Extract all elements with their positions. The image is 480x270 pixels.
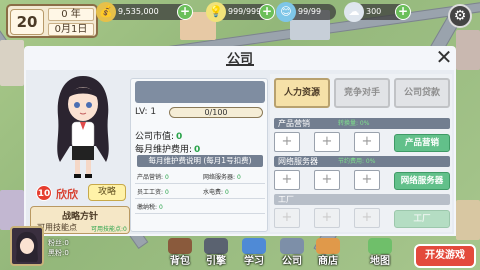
company-level-row: LV: 1 0/100 — [135, 107, 265, 119]
factory-slot-1: + — [274, 208, 300, 228]
factory-title: 工厂 — [278, 195, 294, 204]
strategy-policy-button[interactable]: 战略方针 可用技能点 可用技能点:0 — [30, 206, 130, 234]
settings-gear-icon[interactable]: ⚙ — [448, 4, 472, 28]
strategy-button[interactable]: 攻略 — [88, 184, 126, 201]
tax-cost-label: 缴纳税: — [137, 204, 158, 211]
marketing-cost-label: 产品营销: — [137, 174, 164, 181]
mood-value: 99/99 — [298, 7, 322, 16]
factory-button: 工厂 — [394, 210, 450, 228]
salary-cost-label: 员工工资: — [137, 189, 164, 196]
company-dialog-header: 公司 — [24, 46, 456, 68]
nav-map-label: 地图 — [370, 256, 390, 267]
add-energy-button[interactable]: + — [259, 4, 275, 20]
cloud-icon: ☁ — [344, 2, 364, 22]
salary-cost: 员工工资: 0 — [137, 187, 169, 196]
utility-cost: 水电费: 0 — [203, 187, 229, 196]
market-value-label: 公司市值: — [135, 132, 175, 142]
character-name: 欣欣 — [56, 188, 78, 201]
server-button[interactable]: 网络服务器 — [394, 172, 450, 190]
nav-company[interactable]: 公司 — [272, 238, 312, 268]
salary-cost-value: 0 — [164, 189, 169, 196]
date-panel: 20 0 年 0月1日 — [6, 4, 98, 38]
factory-slot-2: + — [314, 208, 340, 228]
mood-resource: 😊 99/99 — [276, 2, 336, 22]
server-cost: 网络服务器: 0 — [203, 172, 241, 181]
marketing-cost: 产品营销: 0 — [137, 172, 169, 181]
level-heart-badge: 10 — [36, 185, 52, 201]
cloud-value: 300 — [366, 7, 382, 16]
nav-company-label: 公司 — [282, 256, 302, 267]
upkeep-note: 每月维护费说明 (每月1号扣费) — [137, 155, 263, 167]
develop-game-button[interactable]: 开发游戏 — [414, 244, 476, 268]
nav-map[interactable]: 地图 — [360, 238, 400, 268]
server-slot-1[interactable]: + — [274, 170, 300, 190]
hr-button[interactable]: 人力资源 — [274, 78, 330, 108]
company-actions-panel: 人力资源 竞争对手 公司贷款 产品营销 转换量: 0% + + + 产品营销 网… — [270, 74, 452, 232]
utility-cost-label: 水电费: — [203, 189, 224, 196]
top-bar: 20 0 年 0月1日 💰 9,535,000 + 💡 999/999 + 😊 … — [0, 0, 480, 40]
company-info-panel: LV: 1 0/100 公司市值: 0 每月维护费用: 0 每月维护费说明 (每月1… — [130, 78, 268, 232]
market-value-row: 公司市值: 0 — [135, 129, 182, 142]
close-icon[interactable]: ✕ — [432, 46, 456, 70]
policy-title: 战略方针 — [61, 212, 98, 222]
bottom-nav: 背包 引擎 学习 公司 商店 地图 — [0, 234, 480, 270]
upkeep-value: 0 — [194, 145, 201, 155]
loan-button[interactable]: 公司贷款 — [394, 78, 450, 108]
tax-cost-value: 0 — [158, 204, 163, 211]
marketing-slot-1[interactable]: + — [274, 132, 300, 152]
level-label: LV: 1 — [135, 107, 157, 117]
character-nameplate: 10 欣欣 攻略 — [32, 184, 132, 202]
competitor-button[interactable]: 竞争对手 — [334, 78, 390, 108]
add-money-button[interactable]: + — [177, 4, 193, 20]
factory-slot-3: + — [354, 208, 380, 228]
nav-engine-label: 引擎 — [206, 256, 226, 267]
policy-count: 可用技能点:0 — [91, 226, 127, 233]
market-value: 0 — [176, 132, 183, 142]
money-bag-icon: 💰 — [96, 2, 116, 22]
utility-cost-value: 0 — [224, 189, 229, 196]
upkeep-label: 每月维护费用: — [135, 145, 193, 155]
nav-engine[interactable]: 引擎 — [196, 238, 236, 268]
server-slot-3[interactable]: + — [354, 170, 380, 190]
money-value: 9,535,000 — [118, 7, 159, 16]
nav-backpack-label: 背包 — [170, 256, 190, 267]
cloud-resource: ☁ 300 + — [344, 2, 411, 22]
marketing-slot-3[interactable]: + — [354, 132, 380, 152]
server-slot-2[interactable]: + — [314, 170, 340, 190]
money-resource: 💰 9,535,000 + — [96, 2, 193, 22]
energy-bulb-icon: 💡 — [206, 2, 226, 22]
month-day-value: 0月1日 — [48, 23, 94, 36]
energy-value: 999/999 — [228, 7, 262, 16]
server-cost-value: 0 — [236, 174, 241, 181]
server-section-header: 网络服务器 节约费用: 0% — [274, 156, 450, 167]
upkeep-row: 每月维护费用: 0 — [135, 142, 200, 155]
character-area: 10 欣欣 攻略 战略方针 可用技能点 可用技能点:0 — [30, 72, 132, 234]
energy-resource: 💡 999/999 + — [206, 2, 275, 22]
marketing-section-header: 产品营销 转换量: 0% — [274, 118, 450, 129]
server-bonus: 节约费用: 0% — [338, 158, 376, 165]
nav-study[interactable]: 学习 — [234, 238, 274, 268]
age-value: 20 — [10, 9, 44, 35]
server-cost-label: 网络服务器: — [203, 174, 236, 181]
marketing-slot-2[interactable]: + — [314, 132, 340, 152]
character-portrait — [57, 76, 109, 178]
factory-section-header: 工厂 — [274, 194, 450, 205]
exp-bar: 0/100 — [169, 107, 263, 118]
marketing-title: 产品营销 — [278, 119, 310, 128]
add-cloud-button[interactable]: + — [395, 4, 411, 20]
nav-shop[interactable]: 商店 — [308, 238, 348, 268]
company-name-bar — [135, 81, 265, 103]
year-value: 0 年 — [48, 8, 94, 21]
mood-smile-icon: 😊 — [276, 2, 296, 22]
server-title: 网络服务器 — [278, 157, 318, 166]
marketing-bonus: 转换量: 0% — [338, 120, 370, 127]
nav-backpack[interactable]: 背包 — [160, 238, 200, 268]
marketing-button[interactable]: 产品营销 — [394, 134, 450, 152]
tax-cost: 缴纳税: 0 — [137, 202, 163, 211]
nav-study-label: 学习 — [244, 256, 264, 267]
nav-shop-label: 商店 — [318, 256, 338, 267]
marketing-cost-value: 0 — [164, 174, 169, 181]
